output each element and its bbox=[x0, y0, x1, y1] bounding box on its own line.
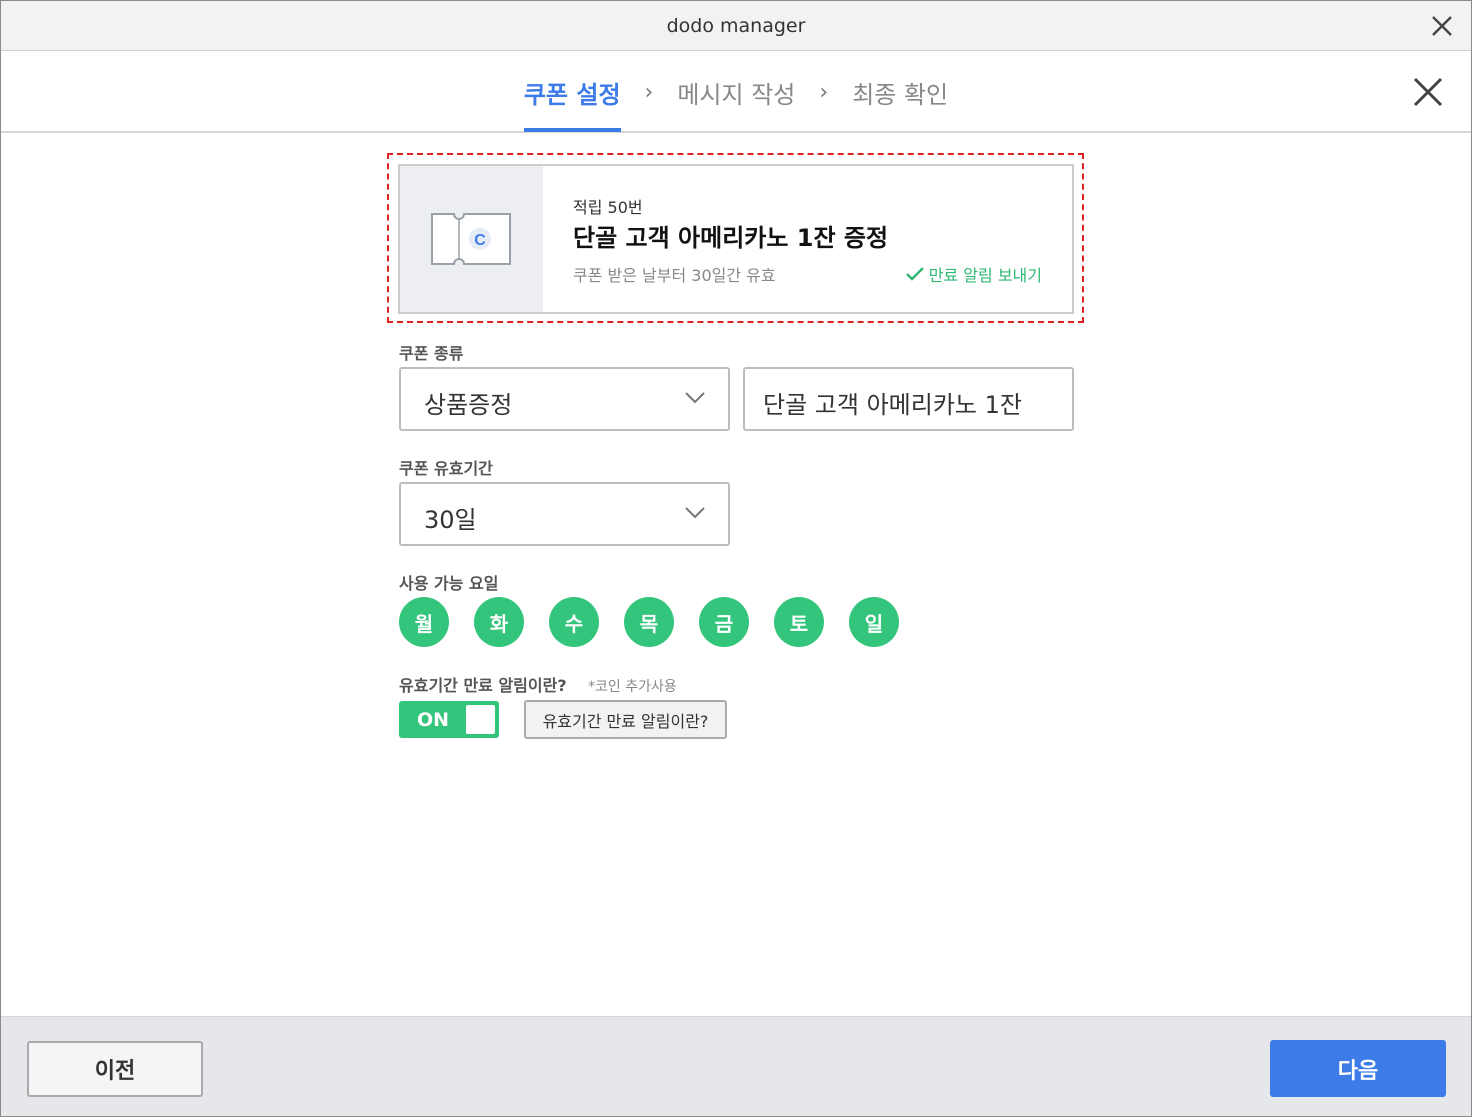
day-selector: 월 화 수 목 금 토 일 bbox=[399, 597, 899, 647]
expiry-alert-toggle[interactable]: ON bbox=[399, 701, 499, 738]
close-icon[interactable] bbox=[1411, 75, 1445, 109]
validity-period-select[interactable]: 30일 bbox=[399, 482, 730, 546]
expiry-notify-text: 만료 알림 보내기 bbox=[928, 266, 1042, 285]
coupon-validity-text: 쿠폰 받은 날부터 30일간 유효 bbox=[573, 266, 776, 285]
prev-button[interactable]: 이전 bbox=[27, 1041, 203, 1097]
toggle-state: ON bbox=[417, 709, 450, 731]
coupon-condition: 적립 50번 bbox=[573, 198, 643, 217]
day-sun[interactable]: 일 bbox=[849, 597, 899, 647]
expiry-notify-indicator: 만료 알림 보내기 bbox=[905, 262, 1042, 286]
step-final-confirm[interactable]: 최종 확인 bbox=[852, 75, 948, 130]
chevron-right-icon: › bbox=[819, 80, 829, 105]
day-tue[interactable]: 화 bbox=[474, 597, 524, 647]
footer-bar: 이전 다음 bbox=[1, 1016, 1471, 1116]
chevron-down-icon bbox=[685, 392, 705, 404]
step-coupon-settings[interactable]: 쿠폰 설정 bbox=[523, 75, 621, 132]
chevron-down-icon bbox=[685, 507, 705, 519]
day-sat[interactable]: 토 bbox=[774, 597, 824, 647]
titlebar: dodo manager bbox=[1, 1, 1471, 51]
coupon-preview-card: C 적립 50번 단골 고객 아메리카노 1잔 증정 쿠폰 받은 날부터 30일… bbox=[398, 164, 1074, 314]
coupon-type-label: 쿠폰 종류 bbox=[399, 344, 464, 363]
check-icon bbox=[905, 267, 924, 281]
product-name-input[interactable]: 단골 고객 아메리카노 1잔 bbox=[743, 367, 1074, 431]
validity-period-label: 쿠폰 유효기간 bbox=[399, 459, 493, 478]
coupon-type-value: 상품증정 bbox=[424, 391, 513, 419]
coupon-icon: C bbox=[431, 213, 511, 265]
toggle-knob bbox=[466, 705, 495, 734]
coupon-type-select[interactable]: 상품증정 bbox=[399, 367, 730, 431]
svg-text:C: C bbox=[474, 232, 486, 249]
window-close-icon[interactable] bbox=[1429, 13, 1455, 39]
dialog-window: dodo manager 쿠폰 설정 › 메시지 작성 › 최종 확인 C 적립… bbox=[0, 0, 1472, 1117]
coupon-thumbnail: C bbox=[400, 166, 543, 312]
step-message[interactable]: 메시지 작성 bbox=[677, 75, 795, 130]
expiry-alert-help-button[interactable]: 유효기간 만료 알림이란? bbox=[524, 700, 727, 739]
next-button[interactable]: 다음 bbox=[1270, 1040, 1446, 1097]
available-days-label: 사용 가능 요일 bbox=[399, 574, 499, 593]
coupon-title: 단골 고객 아메리카노 1잔 증정 bbox=[573, 224, 889, 252]
day-thu[interactable]: 목 bbox=[624, 597, 674, 647]
chevron-right-icon: › bbox=[644, 80, 654, 105]
step-nav: 쿠폰 설정 › 메시지 작성 › 최종 확인 bbox=[1, 51, 1471, 133]
day-mon[interactable]: 월 bbox=[399, 597, 449, 647]
product-name-value: 단골 고객 아메리카노 1잔 bbox=[763, 391, 1022, 419]
day-fri[interactable]: 금 bbox=[699, 597, 749, 647]
day-wed[interactable]: 수 bbox=[549, 597, 599, 647]
coin-note: *코인 추가사용 bbox=[588, 679, 677, 695]
expiry-alert-label: 유효기간 만료 알림이란? bbox=[399, 676, 567, 695]
window-title: dodo manager bbox=[666, 15, 806, 37]
validity-period-value: 30일 bbox=[424, 506, 477, 534]
